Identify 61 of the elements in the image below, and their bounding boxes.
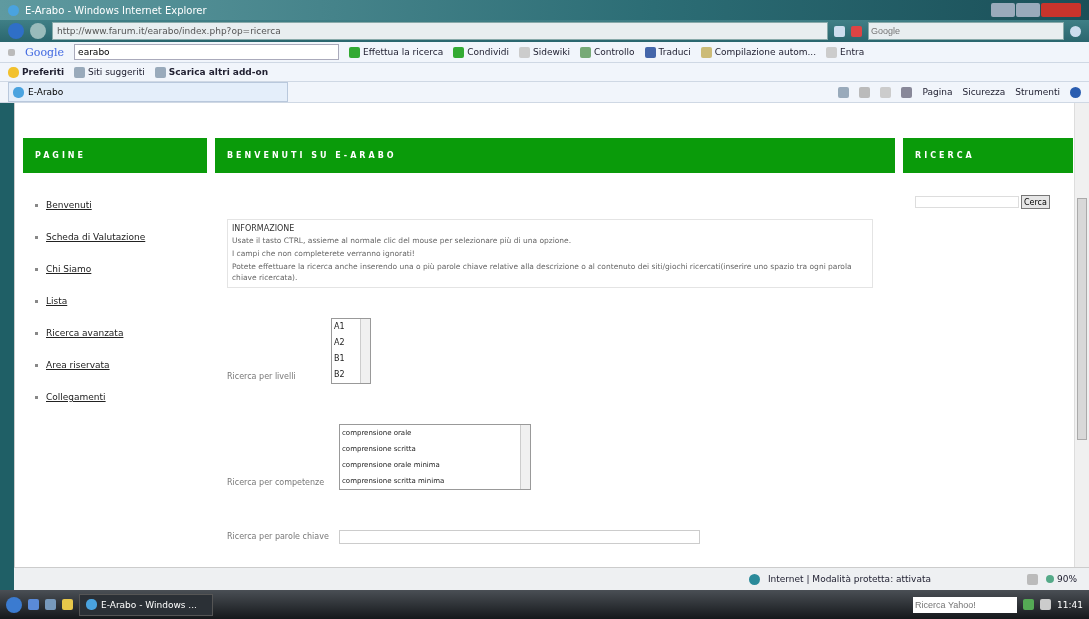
field-label: Ricerca per livelli bbox=[227, 372, 297, 383]
window-title: E-Arabo - Windows Internet Explorer bbox=[25, 4, 207, 16]
favorites-link[interactable]: Siti suggeriti bbox=[74, 66, 145, 78]
search-input[interactable] bbox=[915, 196, 1019, 208]
nav-link[interactable]: Ricerca avanzata bbox=[46, 328, 124, 338]
toolbar-search-field[interactable]: earabo bbox=[74, 44, 340, 60]
toolbar-button[interactable]: Controllo bbox=[580, 46, 635, 58]
list-box[interactable]: A1 A2 B1 B2 bbox=[331, 318, 371, 384]
bullet-icon bbox=[35, 235, 38, 239]
forward-button[interactable] bbox=[30, 23, 46, 39]
list-option[interactable]: B1 bbox=[332, 351, 360, 367]
list-option[interactable]: A2 bbox=[332, 335, 360, 351]
bullet-icon bbox=[35, 299, 38, 303]
maximize-button[interactable] bbox=[1016, 3, 1040, 17]
bullet-icon bbox=[35, 203, 38, 207]
field-label: Ricerca per parole chiave bbox=[227, 532, 330, 543]
toolbar-button[interactable]: Traduci bbox=[644, 46, 691, 58]
browser-tab[interactable]: E-Arabo bbox=[8, 82, 288, 102]
toolbar-button[interactable]: Compilazione autom... bbox=[700, 46, 817, 58]
keyword-field[interactable] bbox=[339, 530, 700, 544]
close-button[interactable] bbox=[1041, 3, 1081, 17]
favorites-button[interactable]: Preferiti bbox=[8, 66, 65, 78]
scrollbar bbox=[360, 319, 370, 383]
bullet-icon bbox=[35, 395, 38, 399]
toolbar-logo: Google bbox=[25, 45, 65, 59]
menu-button[interactable]: Sicurezza bbox=[962, 87, 1006, 97]
back-button[interactable] bbox=[8, 23, 24, 39]
toolbar-button[interactable]: Sidewiki bbox=[518, 46, 570, 58]
address-field[interactable]: http://www.farum.it/earabo/index.php?op=ricerca bbox=[52, 22, 828, 40]
nav-link[interactable]: Benvenuti bbox=[46, 200, 92, 210]
nav-link[interactable]: Chi Siamo bbox=[46, 264, 92, 274]
section-header: PAGINE bbox=[23, 138, 207, 173]
minimize-button[interactable] bbox=[991, 3, 1015, 17]
scrollbar bbox=[520, 425, 530, 489]
list-option[interactable]: B2 bbox=[332, 367, 360, 383]
nav-link[interactable]: Lista bbox=[46, 296, 68, 306]
status-text: Internet | Modalità protetta: attivata bbox=[767, 574, 931, 584]
nav-link[interactable]: Scheda di Valutazione bbox=[46, 232, 146, 242]
taskbar-search-field[interactable]: Ricerca Yahoo! bbox=[913, 596, 1018, 613]
toolbar-button[interactable]: Condividi bbox=[453, 46, 509, 58]
bullet-icon bbox=[35, 363, 38, 367]
menu-button[interactable]: Pagina bbox=[922, 87, 953, 97]
list-option[interactable]: A1 bbox=[332, 319, 360, 335]
clock: 11:41 bbox=[1057, 599, 1083, 610]
nav-link[interactable]: Area riservata bbox=[46, 360, 110, 370]
info-title: INFORMAZIONE bbox=[232, 224, 296, 233]
section-header: RICERCA bbox=[903, 138, 1073, 173]
zoom-button[interactable]: 90% bbox=[1046, 574, 1077, 584]
section-header: BENVENUTI SU E-ARABO bbox=[215, 138, 895, 173]
bullet-icon bbox=[35, 331, 38, 335]
favorites-link[interactable]: Scarica altri add-on bbox=[154, 66, 269, 78]
menu-button[interactable]: Strumenti bbox=[1015, 87, 1060, 97]
search-field[interactable]: Google bbox=[868, 22, 1064, 40]
toolbar-button[interactable]: Effettua la ricerca bbox=[349, 46, 444, 58]
field-label: Ricerca per competenze bbox=[227, 478, 326, 489]
taskbar-button[interactable]: E-Arabo - Windows ... bbox=[79, 593, 213, 616]
bullet-icon bbox=[35, 267, 38, 271]
search-button[interactable]: Cerca bbox=[1021, 195, 1050, 209]
start-button[interactable] bbox=[6, 596, 22, 613]
nav-link[interactable]: Collegamenti bbox=[46, 392, 106, 402]
toolbar-button[interactable]: Entra bbox=[826, 46, 865, 58]
